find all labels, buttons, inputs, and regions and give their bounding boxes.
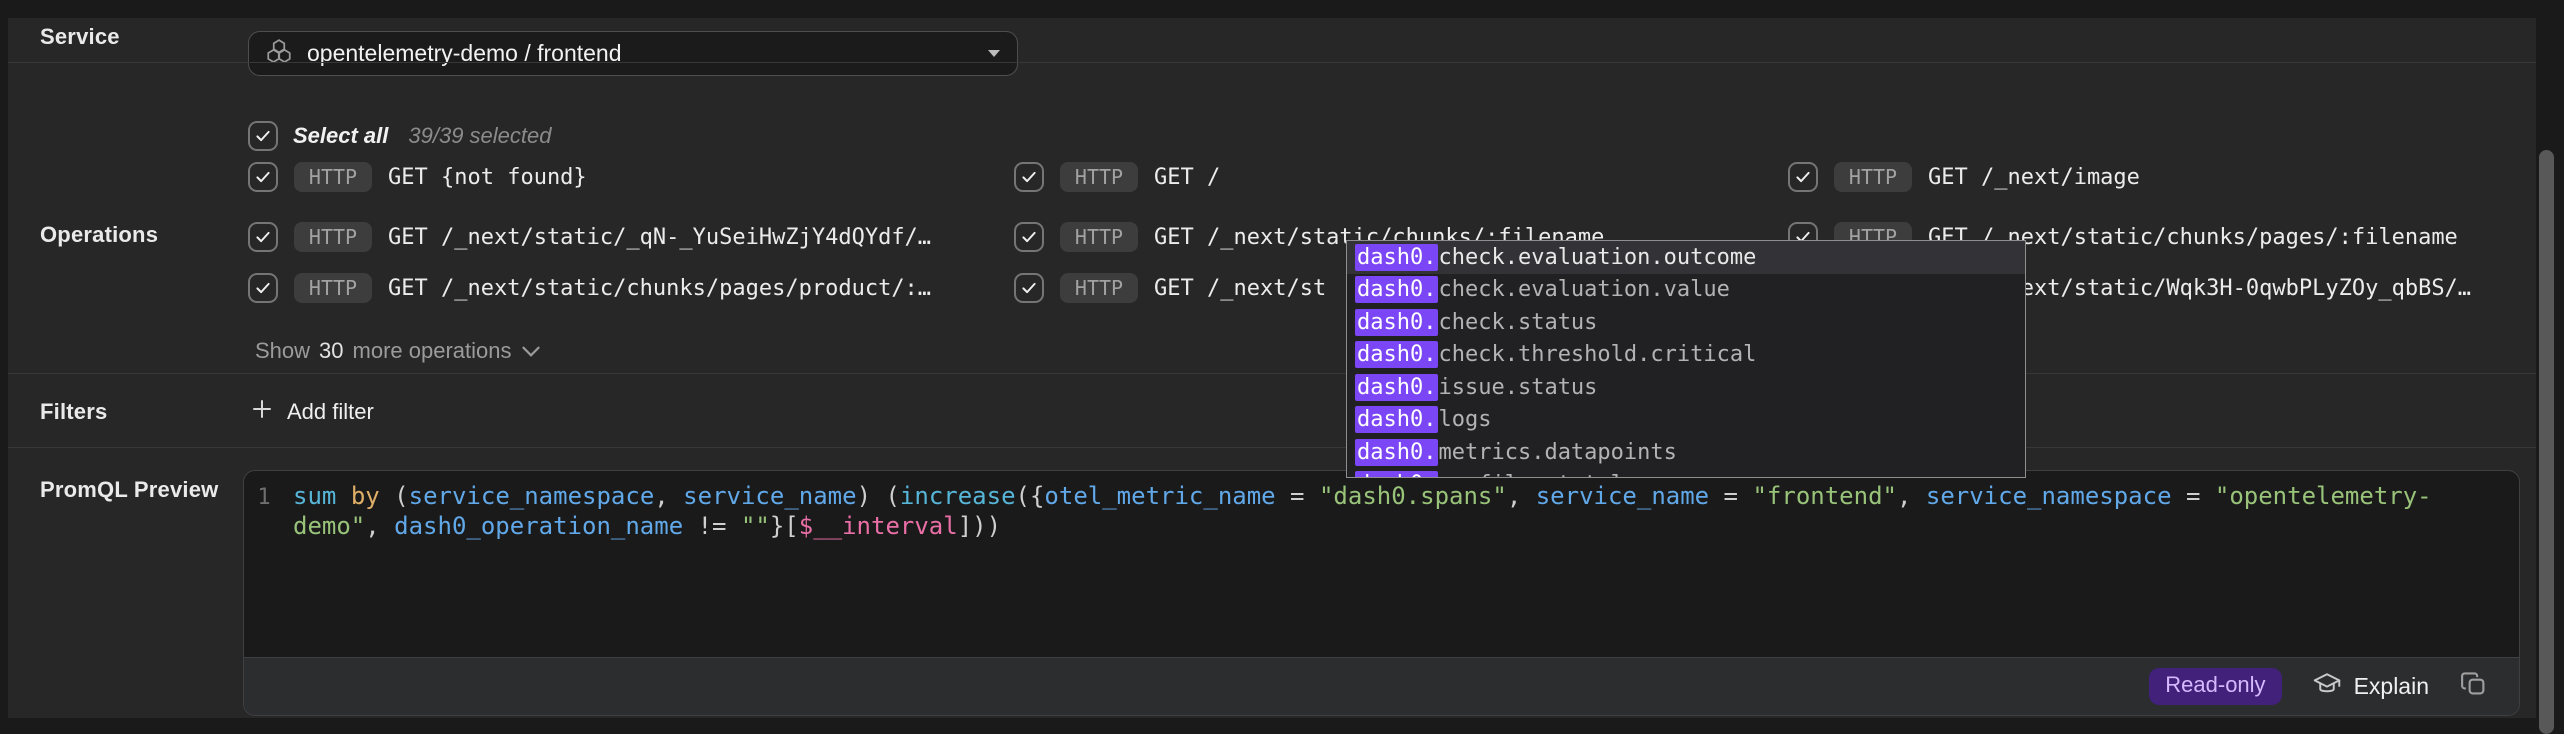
- operation-checkbox[interactable]: [1014, 222, 1044, 252]
- operation-checkbox[interactable]: [248, 273, 278, 303]
- autocomplete-option[interactable]: dash0.metrics.datapoints: [1347, 436, 2025, 469]
- operation-name: GET /_next/static/_qN-_YuSeiHwZjY4dQYdf/…: [388, 225, 931, 250]
- http-badge: HTTP: [294, 162, 372, 192]
- caret-down-icon: [987, 45, 1001, 63]
- select-all-label: Select all: [293, 123, 388, 149]
- operation-name: GET /_next/static/chunks/pages/product/:…: [388, 276, 931, 301]
- select-all-row[interactable]: Select all 39/39 selected: [248, 121, 552, 151]
- http-badge: HTTP: [1834, 162, 1912, 192]
- match-highlight: dash0.: [1355, 439, 1438, 466]
- http-badge: HTTP: [1060, 273, 1138, 303]
- http-badge: HTTP: [294, 273, 372, 303]
- show-more-count: 30: [319, 338, 343, 364]
- operation-item[interactable]: HTTP GET /_next/image: [1788, 162, 2140, 192]
- autocomplete-option[interactable]: dash0.check.evaluation.value: [1347, 274, 2025, 307]
- autocomplete-option[interactable]: dash0.check.evaluation.outcome: [1347, 241, 2025, 274]
- filters-label: Filters: [40, 399, 107, 425]
- selected-count: 39/39 selected: [408, 123, 551, 149]
- operation-name: GET {not found}: [388, 165, 587, 190]
- metric-autocomplete-dropdown: dash0.check.evaluation.outcomedash0.chec…: [1346, 240, 2026, 478]
- hive-icon: [265, 38, 293, 70]
- graduation-cap-icon: [2312, 670, 2342, 703]
- option-suffix: metrics.datapoints: [1438, 440, 1676, 465]
- operation-name: GET /: [1154, 165, 1220, 190]
- operation-item[interactable]: HTTP GET {not found}: [248, 162, 587, 192]
- promql-code: sum by (service_namespace, service_name)…: [293, 481, 2438, 541]
- http-badge: HTTP: [1060, 162, 1138, 192]
- autocomplete-option[interactable]: dash0.check.status: [1347, 306, 2025, 339]
- option-suffix: issue.status: [1438, 375, 1597, 400]
- autocomplete-option[interactable]: dash0.logs: [1347, 404, 2025, 437]
- operation-name: GET /_next/st: [1154, 276, 1326, 301]
- match-highlight: dash0.: [1355, 374, 1438, 401]
- show-more-prefix: Show: [255, 338, 310, 364]
- chevron-down-icon: [521, 338, 541, 364]
- divider: [8, 62, 2536, 63]
- operation-item[interactable]: HTTP GET /_next/static/chunks/pages/produ…: [248, 273, 931, 303]
- option-suffix: check.evaluation.outcome: [1438, 245, 1756, 270]
- show-more-suffix: more operations: [353, 338, 512, 364]
- http-badge: HTTP: [294, 222, 372, 252]
- editor-footer: Read-only Explain: [244, 657, 2519, 715]
- query-builder-screen: Service opentelemetry-demo / frontend Op…: [0, 0, 2564, 734]
- service-label: Service: [40, 24, 120, 50]
- copy-button[interactable]: [2459, 669, 2489, 704]
- autocomplete-option[interactable]: dash0.check.threshold.critical: [1347, 339, 2025, 372]
- promql-editor: 1 sum by (service_namespace, service_nam…: [243, 470, 2520, 716]
- readonly-badge: Read-only: [2149, 668, 2281, 705]
- line-number: 1: [244, 485, 284, 510]
- operation-item[interactable]: HTTP GET /_next/st: [1014, 273, 1326, 303]
- autocomplete-option[interactable]: dash0.profiles.total: [1347, 469, 2025, 479]
- explain-label: Explain: [2354, 673, 2429, 700]
- operation-name: GET /_next/image: [1928, 165, 2140, 190]
- add-filter-button[interactable]: Add filter: [250, 395, 374, 429]
- promql-preview-label: PromQL Preview: [40, 477, 218, 503]
- match-highlight: dash0.: [1355, 309, 1438, 336]
- operation-checkbox[interactable]: [1788, 162, 1818, 192]
- http-badge: HTTP: [1060, 222, 1138, 252]
- operation-checkbox[interactable]: [1014, 273, 1044, 303]
- operation-item[interactable]: HTTP GET /: [1014, 162, 1220, 192]
- option-suffix: profiles.total: [1438, 472, 1623, 478]
- option-suffix: check.threshold.critical: [1438, 342, 1756, 367]
- operation-checkbox[interactable]: [248, 162, 278, 192]
- divider: [8, 373, 2536, 374]
- scrollbar-thumb[interactable]: [2539, 150, 2554, 734]
- match-highlight: dash0.: [1355, 471, 1438, 478]
- match-highlight: dash0.: [1355, 341, 1438, 368]
- option-suffix: check.evaluation.value: [1438, 277, 1729, 302]
- operation-checkbox[interactable]: [248, 222, 278, 252]
- code-area[interactable]: 1 sum by (service_namespace, service_nam…: [244, 471, 2519, 658]
- operation-checkbox[interactable]: [1014, 162, 1044, 192]
- option-suffix: check.status: [1438, 310, 1597, 335]
- plus-icon: [250, 397, 274, 427]
- match-highlight: dash0.: [1355, 244, 1438, 271]
- add-filter-label: Add filter: [287, 399, 374, 425]
- select-all-checkbox[interactable]: [248, 121, 278, 151]
- match-highlight: dash0.: [1355, 276, 1438, 303]
- match-highlight: dash0.: [1355, 406, 1438, 433]
- service-selector[interactable]: opentelemetry-demo / frontend: [248, 31, 1018, 76]
- option-suffix: logs: [1438, 407, 1491, 432]
- copy-icon: [2459, 669, 2489, 704]
- divider: [8, 447, 2536, 448]
- operation-item[interactable]: HTTP GET /_next/static/_qN-_YuSeiHwZjY4dQ…: [248, 222, 931, 252]
- show-more-operations-button[interactable]: Show 30 more operations: [255, 337, 541, 365]
- operations-label: Operations: [40, 222, 158, 248]
- autocomplete-option[interactable]: dash0.issue.status: [1347, 371, 2025, 404]
- explain-button[interactable]: Explain: [2312, 670, 2429, 703]
